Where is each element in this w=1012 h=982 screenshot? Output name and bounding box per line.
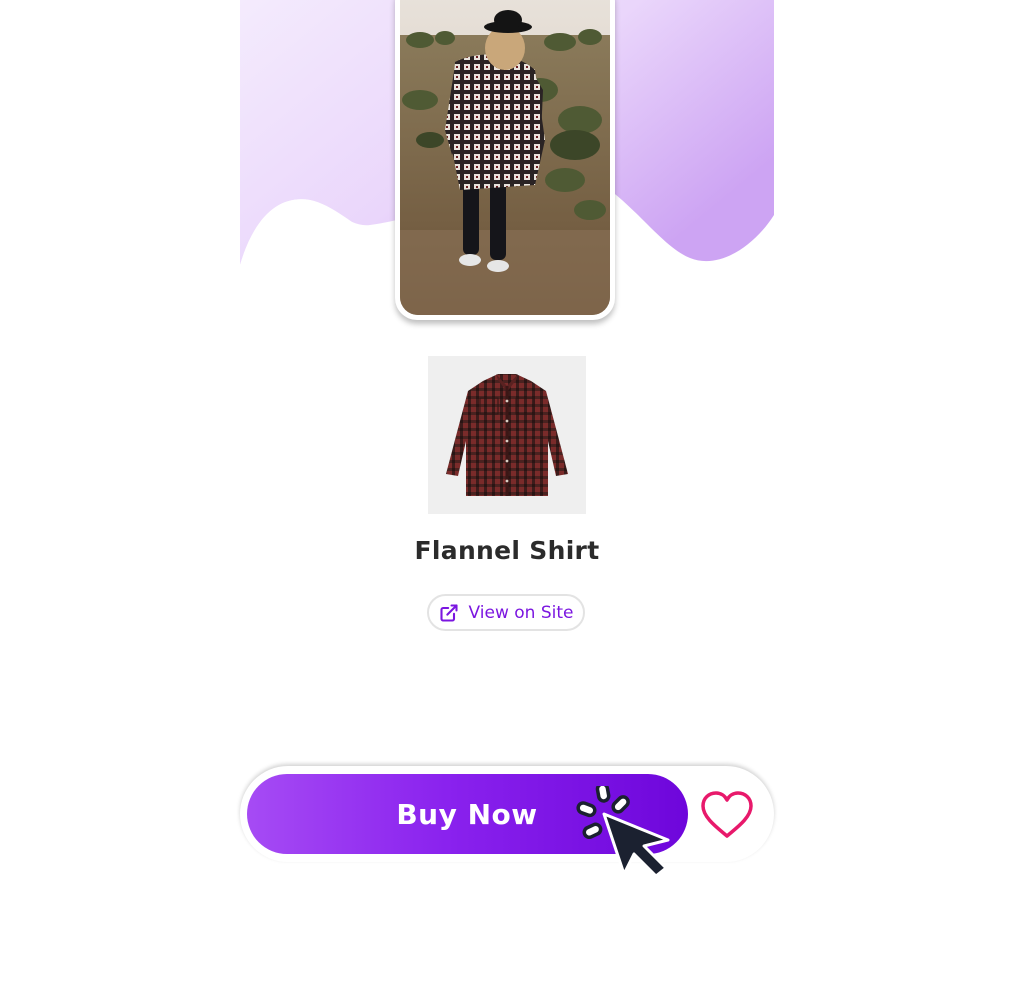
view-on-site-button[interactable]: View on Site	[427, 594, 585, 631]
lifestyle-photo-card	[395, 0, 615, 320]
favorite-button[interactable]	[699, 790, 755, 840]
product-page: Flannel Shirt View on Site Buy Now	[0, 0, 1012, 982]
external-link-icon	[439, 603, 458, 622]
click-cursor-icon	[576, 786, 670, 878]
product-title: Flannel Shirt	[414, 536, 600, 565]
lifestyle-photo	[400, 0, 610, 315]
heart-icon	[701, 791, 753, 838]
product-thumbnail[interactable]	[428, 356, 586, 514]
view-on-site-label: View on Site	[468, 602, 574, 623]
